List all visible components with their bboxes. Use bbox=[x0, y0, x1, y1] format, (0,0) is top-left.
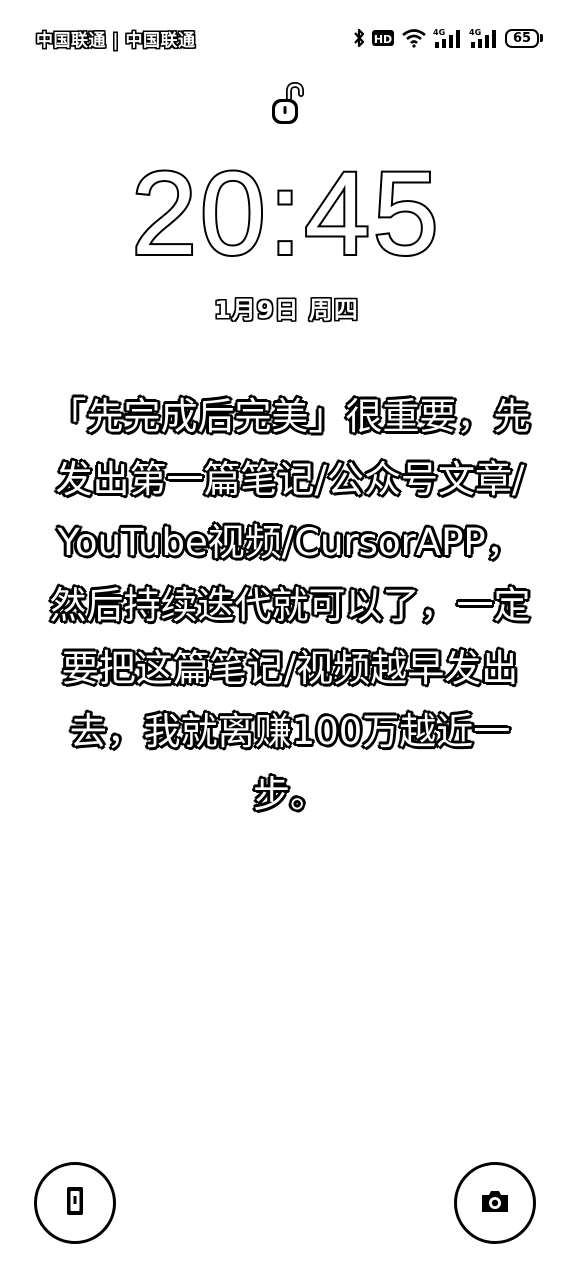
camera-icon bbox=[479, 1187, 511, 1219]
cellular-signal-icon: 4G bbox=[433, 27, 463, 49]
cellular-signal-icon-2: 4G bbox=[469, 27, 499, 49]
hd-badge: HD bbox=[371, 28, 395, 48]
carrier-label: 中国联通 | 中国联通 bbox=[36, 30, 196, 51]
svg-text:4G: 4G bbox=[469, 28, 481, 37]
status-icons: HD 4G 4G 65 bbox=[353, 27, 543, 49]
camera-button[interactable] bbox=[454, 1162, 536, 1244]
status-bar: 中国联通 | 中国联通 HD 4G 4G 65 bbox=[36, 22, 543, 54]
svg-text:4G: 4G bbox=[433, 28, 445, 37]
svg-text:HD: HD bbox=[374, 33, 392, 46]
flashlight-icon bbox=[61, 1184, 89, 1222]
wifi-icon bbox=[401, 28, 427, 48]
lockscreen-message: 「先完成后完美」很重要，先发出第一篇笔记/公众号文章/YouTube视频/Cur… bbox=[49, 395, 531, 816]
lockscreen-date: 1月9日 周四 bbox=[214, 296, 359, 324]
unlock-icon bbox=[267, 81, 307, 128]
battery-level: 65 bbox=[505, 28, 539, 48]
battery-indicator: 65 bbox=[505, 28, 543, 48]
battery-tip bbox=[540, 34, 543, 42]
flashlight-button[interactable] bbox=[34, 1162, 116, 1244]
bluetooth-icon bbox=[353, 28, 365, 48]
lockscreen-clock: 20:45 bbox=[129, 146, 442, 282]
